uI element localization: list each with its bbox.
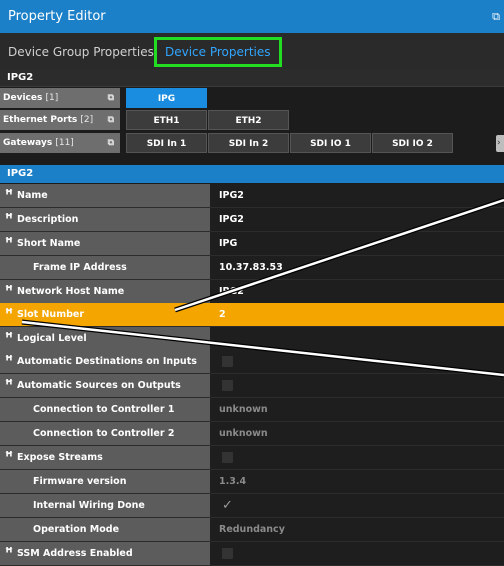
devices-row: Devices [1] ⧉ IPG [0, 88, 504, 109]
property-row-automatic-sources: ꟸ Automatic Sources on Outputs [0, 374, 504, 398]
checkbox[interactable] [222, 548, 233, 559]
link-icon[interactable]: ꟸ [2, 184, 16, 207]
property-row-description: ꟸ Description IPG2 [0, 208, 504, 232]
port-cell-eth2[interactable]: ETH2 [208, 110, 289, 130]
property-value: unknown [210, 398, 504, 421]
scroll-right-button[interactable]: › [496, 135, 504, 152]
tab-bar: Device Group Properties Device Propertie… [0, 33, 504, 69]
ethernet-ports-label: Ethernet Ports [2] ⧉ [0, 110, 120, 130]
checkmark-icon: ✓ [222, 498, 233, 513]
property-value[interactable]: 10.37.83.53 [210, 256, 504, 279]
property-value[interactable]: IPG2 [210, 208, 504, 231]
window-titlebar: Property Editor ⧉ [0, 0, 504, 33]
property-row-connection-controller-1: Connection to Controller 1 unknown [0, 398, 504, 422]
property-row-slot-number: ꟸ Slot Number 2 [0, 303, 504, 327]
gateway-cell-sdi-io-1[interactable]: SDI IO 1 [290, 133, 371, 153]
property-row-internal-wiring-done: Internal Wiring Done ✓ [0, 494, 504, 518]
properties-section-header: IPG2 [0, 165, 504, 183]
property-row-ssm-address-enabled: ꟸ SSM Address Enabled [0, 542, 504, 566]
popout-icon[interactable]: ⧉ [108, 133, 114, 153]
checkbox[interactable] [222, 356, 233, 367]
property-value: unknown [210, 422, 504, 445]
property-row-network-host-name: ꟸ Network Host Name IPG2 [0, 280, 504, 304]
link-icon[interactable]: ꟸ [2, 303, 16, 326]
property-row-operation-mode: Operation Mode Redundancy [0, 518, 504, 542]
checkbox[interactable] [222, 380, 233, 391]
property-value: Redundancy [210, 518, 504, 541]
link-icon[interactable]: ꟸ [2, 350, 16, 373]
checkbox[interactable] [222, 452, 233, 463]
window-title: Property Editor [8, 9, 106, 24]
gateway-cell-sdi-in-2[interactable]: SDI In 2 [208, 133, 289, 153]
gateways-label: Gateways [11] ⧉ [0, 133, 120, 153]
group-section-header: IPG2 [0, 69, 504, 87]
property-value[interactable]: IPG [210, 232, 504, 255]
property-row-expose-streams: ꟸ Expose Streams [0, 446, 504, 470]
tab-device-group-properties[interactable]: Device Group Properties [8, 40, 154, 64]
gateways-row: Gateways [11] ⧉ SDI In 1 SDI In 2 SDI IO… [0, 133, 504, 154]
link-icon[interactable]: ꟸ [2, 446, 16, 469]
link-icon[interactable]: ꟸ [2, 232, 16, 255]
property-value[interactable]: IPG2 [210, 280, 504, 303]
property-value: 1.3.4 [210, 470, 504, 493]
property-row-firmware-version: Firmware version 1.3.4 [0, 470, 504, 494]
ethernet-ports-row: Ethernet Ports [2] ⧉ ETH1 ETH2 [0, 110, 504, 131]
property-value[interactable] [210, 327, 504, 350]
property-row-logical-level: ꟸ Logical Level [0, 327, 504, 351]
gateway-cell-sdi-in-1[interactable]: SDI In 1 [126, 133, 207, 153]
popout-icon[interactable]: ⧉ [108, 88, 114, 108]
port-cell-eth1[interactable]: ETH1 [126, 110, 207, 130]
devices-label: Devices [1] ⧉ [0, 88, 120, 108]
property-row-connection-controller-2: Connection to Controller 2 unknown [0, 422, 504, 446]
link-icon[interactable]: ꟸ [2, 327, 16, 350]
property-row-frame-ip-address: Frame IP Address 10.37.83.53 [0, 256, 504, 280]
popout-icon[interactable]: ⧉ [108, 110, 114, 130]
link-icon[interactable]: ꟸ [2, 374, 16, 397]
property-value[interactable]: 2 [210, 303, 504, 326]
link-icon[interactable]: ꟸ [2, 280, 16, 303]
property-value[interactable]: IPG2 [210, 184, 504, 207]
gateway-cell-sdi-io-2[interactable]: SDI IO 2 [372, 133, 453, 153]
device-cell-ipg[interactable]: IPG [126, 88, 207, 108]
property-row-short-name: ꟸ Short Name IPG [0, 232, 504, 256]
property-row-name: ꟸ Name IPG2 [0, 184, 504, 208]
tab-device-properties[interactable]: Device Properties [154, 37, 282, 67]
link-icon[interactable]: ꟸ [2, 208, 16, 231]
link-icon[interactable]: ꟸ [2, 542, 16, 565]
popout-icon[interactable]: ⧉ [492, 0, 500, 33]
property-row-automatic-destinations: ꟸ Automatic Destinations on Inputs [0, 350, 504, 374]
